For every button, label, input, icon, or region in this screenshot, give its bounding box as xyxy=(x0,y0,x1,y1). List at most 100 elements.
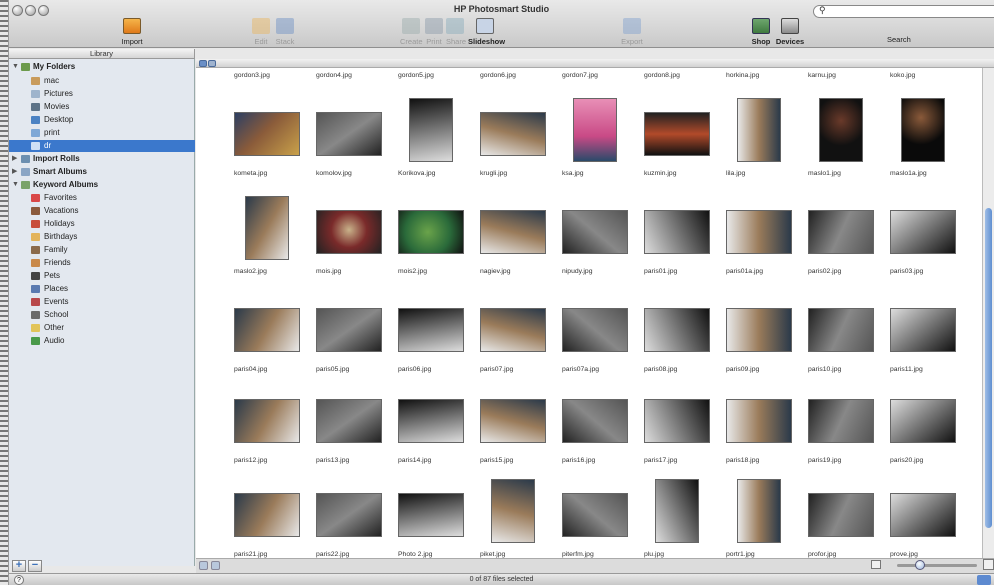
photo-thumbnail[interactable] xyxy=(901,98,945,162)
large-thumbnail-icon[interactable] xyxy=(983,559,994,570)
tree-keyword-friends[interactable]: Friends xyxy=(9,257,195,269)
tag-icon xyxy=(31,324,40,332)
photo-thumbnail[interactable] xyxy=(398,493,464,537)
photo-thumbnail[interactable] xyxy=(644,112,710,156)
photo-thumbnail[interactable] xyxy=(655,479,699,543)
tree-keyword-albums[interactable]: ▼ Keyword Albums xyxy=(9,179,195,191)
small-thumbnail-icon[interactable] xyxy=(871,560,881,569)
photo-thumbnail[interactable] xyxy=(808,308,874,352)
photo-thumbnail[interactable] xyxy=(562,308,628,352)
photo-thumbnail[interactable] xyxy=(491,479,535,543)
scroll-thumb[interactable] xyxy=(985,208,992,528)
photo-thumbnail[interactable] xyxy=(234,112,300,156)
photo-thumbnail[interactable] xyxy=(316,210,382,254)
edit-button[interactable]: Edit xyxy=(252,18,270,46)
rotate-left-icon[interactable] xyxy=(199,561,208,570)
shop-button[interactable]: Shop xyxy=(751,18,771,46)
photo-thumbnail[interactable] xyxy=(808,399,874,443)
photo-thumbnail[interactable] xyxy=(726,399,792,443)
disclosure-triangle-icon[interactable]: ▶ xyxy=(12,153,20,165)
photo-thumbnail[interactable] xyxy=(234,493,300,537)
tree-keyword-other[interactable]: Other xyxy=(9,322,195,334)
share-button[interactable]: Share xyxy=(446,18,466,46)
search-input[interactable] xyxy=(830,7,990,17)
photo-thumbnail[interactable] xyxy=(398,399,464,443)
photo-thumbnail[interactable] xyxy=(890,210,956,254)
disclosure-triangle-icon[interactable]: ▼ xyxy=(12,179,20,191)
tree-folder-movies[interactable]: Movies xyxy=(9,101,195,113)
photo-thumbnail[interactable] xyxy=(409,98,453,162)
photo-thumbnail[interactable] xyxy=(890,493,956,537)
detail-view-icon[interactable] xyxy=(208,60,216,67)
photo-thumbnail[interactable] xyxy=(573,98,617,162)
add-button[interactable]: + xyxy=(12,560,26,572)
photo-thumbnail[interactable] xyxy=(644,210,710,254)
create-button[interactable]: Create xyxy=(400,18,423,46)
tree-keyword-places[interactable]: Places xyxy=(9,283,195,295)
thumbnail-size-slider[interactable] xyxy=(897,564,977,567)
photo-thumbnail[interactable] xyxy=(737,479,781,543)
photo-thumbnail[interactable] xyxy=(562,399,628,443)
devices-button[interactable]: Devices xyxy=(775,18,805,46)
photo-thumbnail[interactable] xyxy=(562,210,628,254)
photo-thumbnail[interactable] xyxy=(245,196,289,260)
sync-icon[interactable] xyxy=(977,575,991,585)
photo-thumbnail[interactable] xyxy=(890,399,956,443)
photo-thumbnail[interactable] xyxy=(644,308,710,352)
tree-keyword-birthdays[interactable]: Birthdays xyxy=(9,231,195,243)
export-button[interactable]: Export xyxy=(621,18,643,46)
photo-thumbnail[interactable] xyxy=(316,493,382,537)
tree-smart-albums[interactable]: ▶ Smart Albums xyxy=(9,166,195,178)
photo-thumbnail[interactable] xyxy=(316,308,382,352)
photo-thumbnail[interactable] xyxy=(819,98,863,162)
tree-keyword-favorites[interactable]: Favorites xyxy=(9,192,195,204)
photo-thumbnail[interactable] xyxy=(316,399,382,443)
photo-thumbnail[interactable] xyxy=(808,210,874,254)
disclosure-triangle-icon[interactable]: ▶ xyxy=(12,166,20,178)
tree-folder-desktop[interactable]: Desktop xyxy=(9,114,195,126)
photo-thumbnail[interactable] xyxy=(234,399,300,443)
import-button[interactable]: Import xyxy=(114,18,150,46)
photo-thumbnail[interactable] xyxy=(890,308,956,352)
tree-folder-dr[interactable]: dr xyxy=(9,140,195,152)
photo-thumbnail[interactable] xyxy=(398,210,464,254)
photo-thumbnail[interactable] xyxy=(726,308,792,352)
photo-thumbnail[interactable] xyxy=(644,399,710,443)
photo-thumbnail[interactable] xyxy=(480,308,546,352)
file-name: paris01.jpg xyxy=(644,268,678,275)
search-field[interactable]: ⚲ xyxy=(813,5,994,18)
photo-thumbnail[interactable] xyxy=(480,210,546,254)
tree-keyword-vacations[interactable]: Vacations xyxy=(9,205,195,217)
tree-keyword-holidays[interactable]: Holidays xyxy=(9,218,195,230)
photo-thumbnail[interactable] xyxy=(808,493,874,537)
vertical-scrollbar[interactable] xyxy=(982,68,994,558)
print-button[interactable]: Print xyxy=(425,18,443,46)
slideshow-button[interactable]: Slideshow xyxy=(468,18,505,46)
thumbnail-view-icon[interactable] xyxy=(199,60,207,67)
photo-thumbnail[interactable] xyxy=(398,308,464,352)
photo-thumbnail[interactable] xyxy=(480,399,546,443)
tree-keyword-pets[interactable]: Pets xyxy=(9,270,195,282)
remove-button[interactable]: − xyxy=(28,560,42,572)
file-name: Korikova.jpg xyxy=(398,170,436,177)
photo-thumbnail[interactable] xyxy=(737,98,781,162)
disclosure-triangle-icon[interactable]: ▼ xyxy=(12,61,20,73)
rotate-right-icon[interactable] xyxy=(211,561,220,570)
tree-folder-pictures[interactable]: Pictures xyxy=(9,88,195,100)
tree-import-rolls[interactable]: ▶ Import Rolls xyxy=(9,153,195,165)
photo-thumbnail[interactable] xyxy=(726,210,792,254)
tree-keyword-school[interactable]: School xyxy=(9,309,195,321)
photo-thumbnail[interactable] xyxy=(234,308,300,352)
photo-thumbnail[interactable] xyxy=(480,112,546,156)
tree-folder-print[interactable]: print xyxy=(9,127,195,139)
tree-keyword-audio[interactable]: Audio xyxy=(9,335,195,347)
tree-folder-mac[interactable]: mac xyxy=(9,75,195,87)
slider-knob[interactable] xyxy=(915,560,925,570)
tree-keyword-family[interactable]: Family xyxy=(9,244,195,256)
tree-my-folders[interactable]: ▼ My Folders xyxy=(9,61,195,73)
stack-button[interactable]: Stack xyxy=(274,18,296,46)
photo-thumbnail[interactable] xyxy=(316,112,382,156)
photo-thumbnail[interactable] xyxy=(562,493,628,537)
tree-keyword-events[interactable]: Events xyxy=(9,296,195,308)
file-name: krugli.jpg xyxy=(480,170,508,177)
